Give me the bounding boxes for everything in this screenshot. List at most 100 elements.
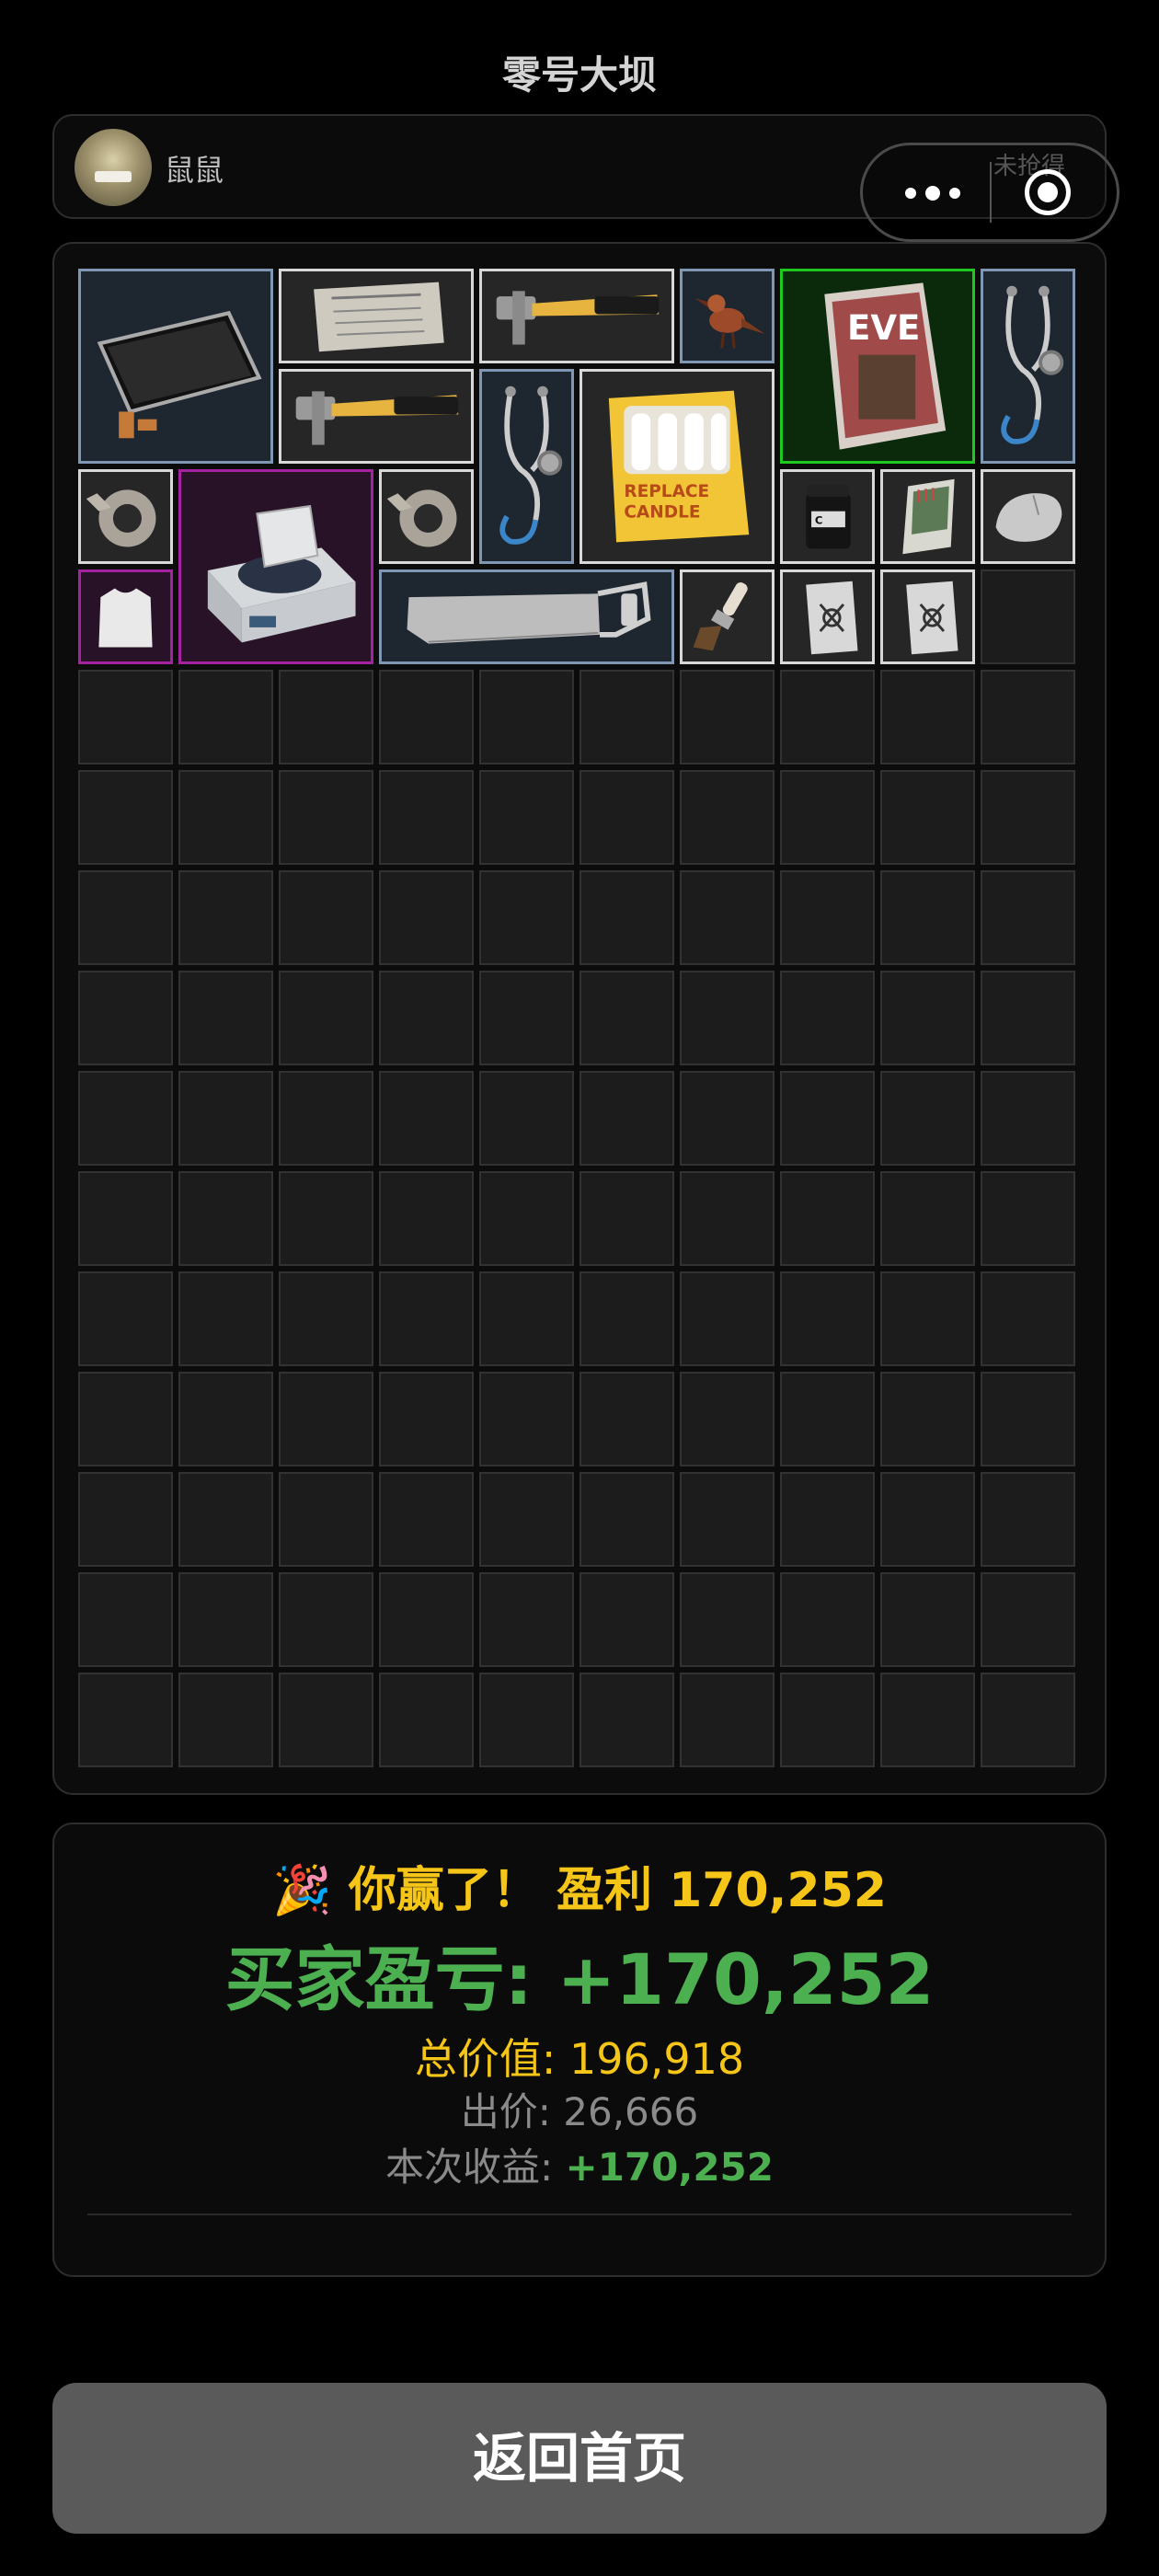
inventory-slot[interactable] [780,770,875,865]
inventory-slot[interactable] [279,1673,373,1767]
inventory-slot[interactable] [379,1171,474,1266]
item-display-panel[interactable] [78,269,273,464]
inventory-slot[interactable] [981,1071,1075,1166]
inventory-slot[interactable] [479,1673,574,1767]
inventory-slot[interactable] [981,1572,1075,1667]
inventory-slot[interactable] [780,1171,875,1266]
item-powder-jar[interactable]: C [780,469,875,564]
item-candle-box[interactable]: REPLACE CANDLE [580,369,775,564]
inventory-slot[interactable] [178,1472,273,1567]
inventory-slot[interactable] [780,1071,875,1166]
inventory-slot[interactable] [580,1372,674,1466]
inventory-slot[interactable] [580,1171,674,1266]
inventory-slot[interactable] [78,1572,173,1667]
inventory-slot[interactable] [981,870,1075,965]
inventory-slot[interactable] [880,1271,975,1366]
item-armor-plate[interactable] [78,569,173,664]
inventory-slot[interactable] [880,870,975,965]
inventory-slot[interactable] [279,1071,373,1166]
inventory-slot[interactable] [880,1071,975,1166]
inventory-slot[interactable] [178,1271,273,1366]
avatar[interactable] [75,129,152,206]
inventory-slot[interactable] [580,1271,674,1366]
inventory-slot[interactable] [780,670,875,765]
inventory-slot[interactable] [680,1271,775,1366]
item-stethoscope[interactable] [479,369,574,564]
inventory-slot[interactable] [178,670,273,765]
inventory-slot[interactable] [379,1071,474,1166]
inventory-slot[interactable] [78,1171,173,1266]
inventory-slot[interactable] [780,1372,875,1466]
inventory-slot[interactable] [78,670,173,765]
inventory-slot[interactable] [780,971,875,1065]
inventory-slot[interactable] [379,1372,474,1466]
inventory-slot[interactable] [178,1372,273,1466]
inventory-slot[interactable] [279,1572,373,1667]
inventory-slot[interactable] [78,1071,173,1166]
inventory-slot[interactable] [479,1071,574,1166]
inventory-slot[interactable] [78,770,173,865]
inventory-slot[interactable] [580,971,674,1065]
inventory-slot[interactable] [479,870,574,965]
inventory-slot[interactable] [78,1472,173,1567]
more-dots-icon[interactable] [890,164,973,221]
inventory-slot[interactable] [981,569,1075,664]
item-tape-roll[interactable] [379,469,474,564]
inventory-slot[interactable] [780,870,875,965]
item-bird-figurine[interactable] [680,269,775,363]
inventory-slot[interactable] [279,1372,373,1466]
inventory-slot[interactable] [680,870,775,965]
inventory-slot[interactable] [680,670,775,765]
inventory-slot[interactable] [479,770,574,865]
inventory-slot[interactable] [178,870,273,965]
inventory-slot[interactable] [479,1472,574,1567]
item-playing-card[interactable] [780,569,875,664]
inventory-slot[interactable] [981,1673,1075,1767]
item-centrifuge[interactable] [178,469,373,664]
inventory-slot[interactable] [780,1271,875,1366]
inventory-slot[interactable] [680,1171,775,1266]
inventory-slot[interactable] [178,1673,273,1767]
inventory-slot[interactable] [981,670,1075,765]
inventory-slot[interactable] [379,670,474,765]
inventory-slot[interactable] [78,1271,173,1366]
inventory-slot[interactable] [279,1171,373,1266]
item-match-box[interactable] [880,469,975,564]
inventory-slot[interactable] [981,770,1075,865]
home-button[interactable]: 返回首页 [52,2383,1107,2534]
inventory-slot[interactable] [981,1472,1075,1567]
inventory-slot[interactable] [279,770,373,865]
inventory-slot[interactable] [580,670,674,765]
inventory-slot[interactable] [680,1372,775,1466]
inventory-slot[interactable] [279,1472,373,1567]
inventory-slot[interactable] [780,1472,875,1567]
inventory-slot[interactable] [680,1673,775,1767]
inventory-slot[interactable] [379,1271,474,1366]
inventory-slot[interactable] [580,1472,674,1567]
inventory-slot[interactable] [780,1673,875,1767]
inventory-slot[interactable] [178,1071,273,1166]
inventory-slot[interactable] [981,1271,1075,1366]
inventory-slot[interactable] [680,1472,775,1567]
inventory-slot[interactable] [279,670,373,765]
inventory-slot[interactable] [379,971,474,1065]
inventory-slot[interactable] [981,1171,1075,1266]
item-magazine[interactable]: EVE [780,269,975,464]
inventory-slot[interactable] [78,870,173,965]
inventory-slot[interactable] [880,670,975,765]
inventory-slot[interactable] [279,971,373,1065]
inventory-slot[interactable] [981,971,1075,1065]
inventory-slot[interactable] [479,1171,574,1266]
inventory-slot[interactable] [680,971,775,1065]
item-stethoscope[interactable] [981,269,1075,464]
inventory-slot[interactable] [880,1572,975,1667]
inventory-slot[interactable] [680,1071,775,1166]
inventory-slot[interactable] [379,1472,474,1567]
inventory-slot[interactable] [580,1572,674,1667]
inventory-slot[interactable] [880,1171,975,1266]
item-paint-brush[interactable] [680,569,775,664]
inventory-slot[interactable] [479,1271,574,1366]
inventory-slot[interactable] [379,870,474,965]
inventory-slot[interactable] [580,770,674,865]
inventory-slot[interactable] [580,1673,674,1767]
